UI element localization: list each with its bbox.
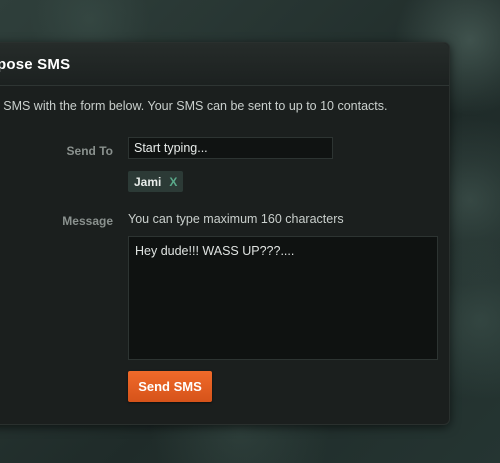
send-to-label: Send To <box>66 144 113 158</box>
send-sms-button[interactable]: Send SMS <box>128 371 212 402</box>
remove-contact-icon[interactable]: X <box>169 175 177 189</box>
panel-description: l SMS with the form below. Your SMS can … <box>0 99 388 113</box>
contact-chip: Jami X <box>128 171 184 192</box>
message-label: Message <box>62 214 113 228</box>
message-textarea[interactable]: Hey dude!!! WASS UP???.... <box>128 236 438 360</box>
panel-header: pose SMS <box>0 43 449 86</box>
compose-sms-panel: pose SMS l SMS with the form below. Your… <box>0 42 450 425</box>
panel-title: pose SMS <box>0 56 71 73</box>
message-hint: You can type maximum 160 characters <box>128 212 344 226</box>
send-to-input[interactable] <box>128 137 333 159</box>
contact-chip-name: Jami <box>134 174 162 189</box>
